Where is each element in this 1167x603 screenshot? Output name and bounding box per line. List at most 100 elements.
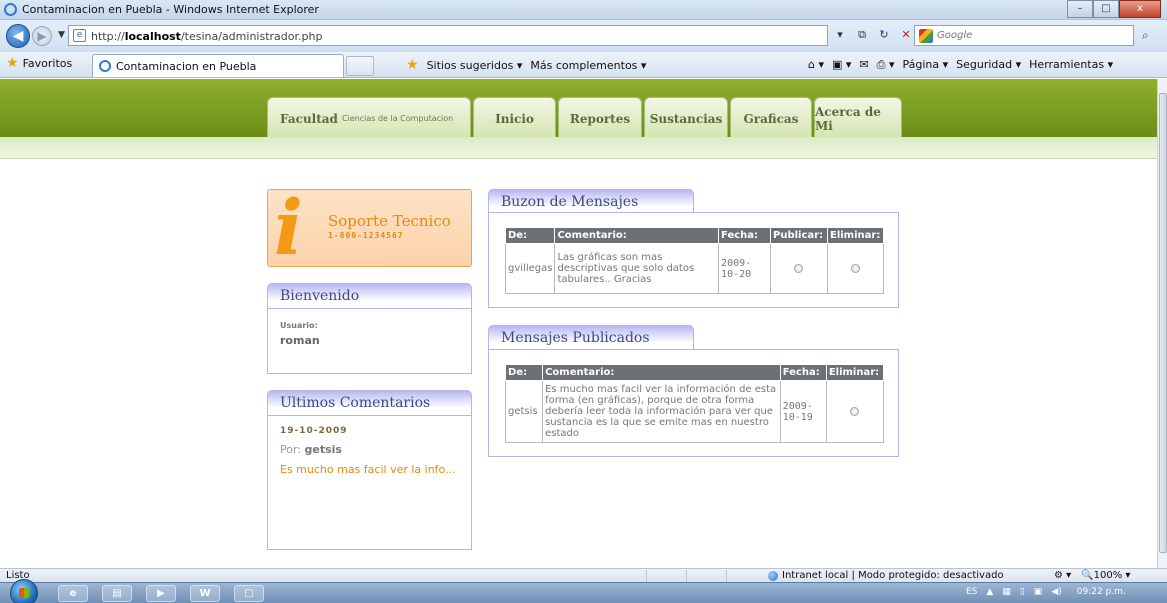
seguridad-menu[interactable]: Seguridad ▾ xyxy=(956,58,1021,72)
support-box: i Soporte Tecnico 1-800-1234567 xyxy=(267,189,472,267)
facultad-label: Facultad xyxy=(280,111,338,126)
back-button[interactable]: ◀ xyxy=(6,24,30,48)
publish-cell xyxy=(770,243,828,294)
command-bar: ⌂ ▾ ▣ ▾ ✉ ⎙ ▾ Página ▾ Seguridad ▾ Herra… xyxy=(808,58,1113,72)
nav-facultad[interactable]: Facultad Ciencias de la Computacion xyxy=(267,97,471,137)
stop-icon[interactable]: ✕ xyxy=(898,28,914,42)
comment-author: getsis xyxy=(304,443,342,456)
url-text[interactable]: http://localhost/tesina/administrador.ph… xyxy=(91,30,322,43)
home-icon[interactable]: ⌂ ▾ xyxy=(808,58,824,72)
nav-sustancias[interactable]: Sustancias xyxy=(644,97,728,137)
sitios-sugeridos-link[interactable]: Sitios sugeridos ▾ xyxy=(427,59,523,72)
forward-button[interactable]: ▶ xyxy=(32,26,52,46)
welcome-box: Usuario: roman xyxy=(267,308,472,374)
ie-tab-icon xyxy=(99,60,111,72)
tray-expand-icon[interactable]: ▲ xyxy=(986,587,993,597)
col-comentario: Comentario: xyxy=(554,227,720,244)
power-icon[interactable]: ▯ xyxy=(1020,587,1025,597)
table-row: gvillegas Las gráficas son mas descripti… xyxy=(504,243,885,294)
favorites-button[interactable]: ★ Favoritos xyxy=(6,56,72,70)
favorites-label: Favoritos xyxy=(22,56,73,70)
mail-icon[interactable]: ✉ xyxy=(859,58,868,72)
history-dropdown-icon[interactable]: ▼ xyxy=(58,30,65,40)
support-phone: 1-800-1234567 xyxy=(328,231,404,240)
comment-by: Por: getsis xyxy=(280,443,342,456)
display-icon[interactable]: ▣ xyxy=(1034,587,1043,597)
language-indicator[interactable]: ES xyxy=(966,587,977,597)
explorer-taskbar-icon[interactable]: ▤ xyxy=(102,585,132,602)
nav-reportes[interactable]: Reportes xyxy=(558,97,642,137)
favorites-bar: ★ Favoritos Contaminacion en Puebla ★ Si… xyxy=(0,52,1167,78)
publish-radio[interactable] xyxy=(794,264,804,273)
maximize-button[interactable]: □ xyxy=(1093,0,1119,18)
window-controls: – □ x xyxy=(1067,0,1161,18)
facultad-sub: Ciencias de la Computacion xyxy=(341,114,454,123)
scrollbar-thumb[interactable] xyxy=(1159,93,1167,553)
close-button[interactable]: x xyxy=(1119,0,1161,18)
msg-from: getsis xyxy=(504,380,544,443)
msg-from: gvillegas xyxy=(504,243,556,294)
search-icon[interactable]: ⌕ xyxy=(1142,28,1149,43)
mas-complementos-link[interactable]: Más complementos ▾ xyxy=(530,59,646,72)
window-taskbar-icon[interactable]: ▢ xyxy=(234,585,264,602)
col-publicar: Publicar: xyxy=(770,227,828,244)
security-zone[interactable]: Intranet local | Modo protegido: desacti… xyxy=(768,570,1004,581)
delete-cell xyxy=(825,380,885,443)
nav-acerca[interactable]: Acerca de Mi xyxy=(814,97,902,137)
new-tab-button[interactable] xyxy=(346,56,374,76)
col-eliminar: Eliminar: xyxy=(825,364,885,381)
browser-tab[interactable]: Contaminacion en Puebla xyxy=(92,54,344,77)
herramientas-menu[interactable]: Herramientas ▾ xyxy=(1029,58,1113,72)
media-taskbar-icon[interactable]: ▶ xyxy=(146,585,176,602)
window-title: Contaminacion en Puebla - Windows Intern… xyxy=(22,3,319,16)
search-box[interactable] xyxy=(914,25,1134,46)
published-heading: Mensajes Publicados xyxy=(488,325,694,350)
word-taskbar-icon[interactable]: W xyxy=(190,585,220,602)
inbox-box: De: Comentario: Fecha: Publicar: Elimina… xyxy=(488,212,899,308)
taskbar: e ▤ ▶ W ▢ ES ▲ ▦ ▯ ▣ ◀) 09:22 p.m. xyxy=(0,579,1167,603)
url-dropdown-icon[interactable]: ▾ xyxy=(832,28,848,42)
welcome-heading: Bienvenido xyxy=(267,283,472,308)
start-button[interactable] xyxy=(10,579,38,603)
published-table: De: Comentario: Fecha: Eliminar: getsis … xyxy=(504,364,885,443)
col-fecha: Fecha: xyxy=(718,227,771,244)
google-icon xyxy=(919,29,933,43)
status-divider xyxy=(646,570,647,582)
clock[interactable]: 09:22 p.m. xyxy=(1077,587,1126,597)
network-icon[interactable]: ▦ xyxy=(1002,587,1011,597)
col-de: De: xyxy=(504,227,556,244)
search-input[interactable] xyxy=(937,28,1117,43)
web-page: Facultad Ciencias de la Computacion Inic… xyxy=(0,79,1157,568)
refresh-icon[interactable]: ↻ xyxy=(876,28,892,42)
add-favorite-icon[interactable]: ★ xyxy=(406,58,419,72)
recent-comments-heading: Ultimos Comentarios xyxy=(267,390,472,415)
delete-radio[interactable] xyxy=(850,264,860,273)
compatibility-icon[interactable]: ⧉ xyxy=(854,28,870,42)
zoom-level[interactable]: 🔍100% ▾ xyxy=(1081,570,1130,581)
ie-taskbar-icon[interactable]: e xyxy=(58,585,88,602)
col-eliminar: Eliminar: xyxy=(826,227,885,244)
volume-icon[interactable]: ◀) xyxy=(1051,587,1061,597)
info-icon: i xyxy=(274,183,303,272)
delete-radio[interactable] xyxy=(850,407,860,416)
suggested-links: ★ Sitios sugeridos ▾ Más complementos ▾ xyxy=(406,58,646,72)
recent-comments-box: 19-10-2009 Por: getsis Es mucho mas faci… xyxy=(267,415,472,550)
pagina-menu[interactable]: Página ▾ xyxy=(902,58,948,72)
zoom-controls: ⚙ ▾ 🔍100% ▾ xyxy=(1054,570,1130,581)
print-icon[interactable]: ⎙ ▾ xyxy=(877,58,895,72)
main-nav: Facultad Ciencias de la Computacion Inic… xyxy=(267,97,902,137)
vertical-scrollbar[interactable] xyxy=(1157,79,1167,568)
feeds-icon[interactable]: ▣ ▾ xyxy=(832,58,851,72)
nav-graficas[interactable]: Graficas xyxy=(730,97,812,137)
protected-mode-icon[interactable]: ⚙ ▾ xyxy=(1054,570,1071,581)
msg-comment: Es mucho mas facil ver la información de… xyxy=(542,380,781,443)
status-bar: Listo Intranet local | Modo protegido: d… xyxy=(0,568,1167,582)
support-title: Soporte Tecnico xyxy=(328,212,451,230)
url-input[interactable]: e http://localhost/tesina/administrador.… xyxy=(68,25,828,46)
col-de: De: xyxy=(504,364,544,381)
comment-excerpt[interactable]: Es mucho mas facil ver la info... xyxy=(280,461,460,479)
minimize-button[interactable]: – xyxy=(1067,0,1093,18)
nav-inicio[interactable]: Inicio xyxy=(473,97,556,137)
address-bar: ◀ ▶ ▼ e http://localhost/tesina/administ… xyxy=(0,20,1167,52)
tab-title: Contaminacion en Puebla xyxy=(116,59,257,73)
